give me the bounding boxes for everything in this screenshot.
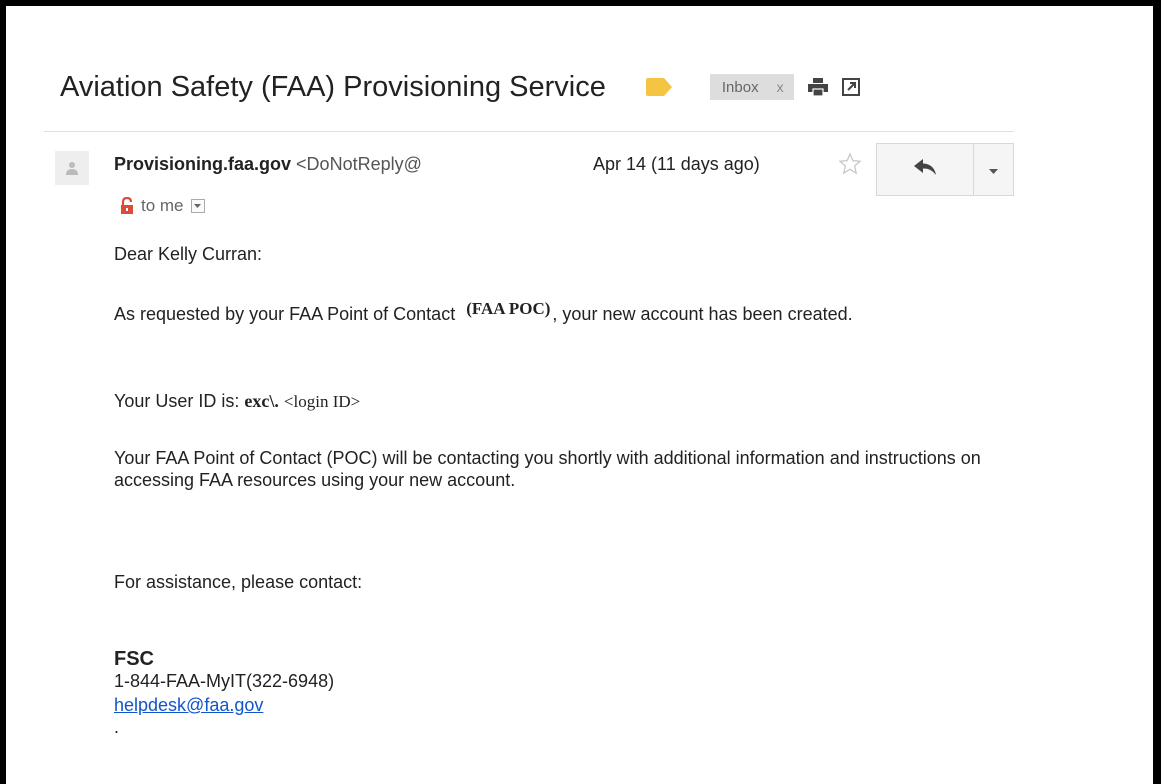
message-date: Apr 14 (11 days ago) (593, 154, 760, 174)
poc-placeholder: (FAA POC) (466, 299, 551, 318)
reply-button-group (876, 143, 1014, 196)
subject-row: Aviation Safety (FAA) Provisioning Servi… (60, 62, 860, 112)
fsc-label: FSC (114, 648, 154, 670)
print-icon[interactable] (807, 78, 828, 97)
user-id-line: Your User ID is: exc\. <login ID> (114, 390, 360, 413)
request-paragraph: As requested by your FAA Point of Contac… (114, 299, 994, 326)
reply-icon (914, 159, 936, 180)
user-id-domain: exc\. (244, 391, 279, 411)
avatar-icon (55, 151, 89, 185)
dropdown-caret-icon (989, 161, 998, 179)
trailing-dot: . (114, 717, 120, 737)
request-prefix: As requested by your FAA Point of Contac… (114, 304, 456, 324)
reply-button[interactable] (877, 144, 974, 195)
remove-label-button[interactable]: x (777, 79, 784, 95)
more-actions-button[interactable] (974, 144, 1013, 195)
sender-email: <DoNotReply@ (296, 154, 422, 174)
assistance-line: For assistance, please contact: (114, 572, 363, 592)
email-window: Aviation Safety (FAA) Provisioning Servi… (0, 0, 1161, 784)
request-suffix: , your new account has been created. (552, 304, 853, 324)
recipient-line: to me (120, 196, 205, 216)
lock-icon (120, 196, 134, 215)
label-tag-icon[interactable] (645, 78, 672, 96)
inbox-label-text: Inbox (721, 78, 759, 96)
helpdesk-phone: 1-844-FAA-MyIT(322-6948) (114, 671, 335, 691)
recipient-details-dropdown[interactable] (190, 199, 205, 213)
sender-line: Provisioning.faa.gov <DoNotReply@ (114, 154, 422, 175)
user-id-placeholder: <login ID> (283, 392, 361, 411)
email-subject: Aviation Safety (FAA) Provisioning Servi… (60, 70, 606, 103)
inbox-label-chip[interactable]: Inbox x (709, 74, 794, 100)
sender-name[interactable]: Provisioning.faa.gov (114, 154, 291, 174)
recipient-text: to me (141, 196, 184, 215)
contact-note: Your FAA Point of Contact (POC) will be … (114, 448, 981, 490)
star-icon[interactable] (838, 152, 862, 176)
helpdesk-email-link[interactable]: helpdesk@faa.gov (114, 694, 263, 716)
user-id-prefix: Your User ID is: (114, 391, 240, 411)
popout-icon[interactable] (841, 78, 860, 96)
greeting: Dear Kelly Curran: (114, 244, 263, 264)
header-divider (44, 131, 1014, 132)
